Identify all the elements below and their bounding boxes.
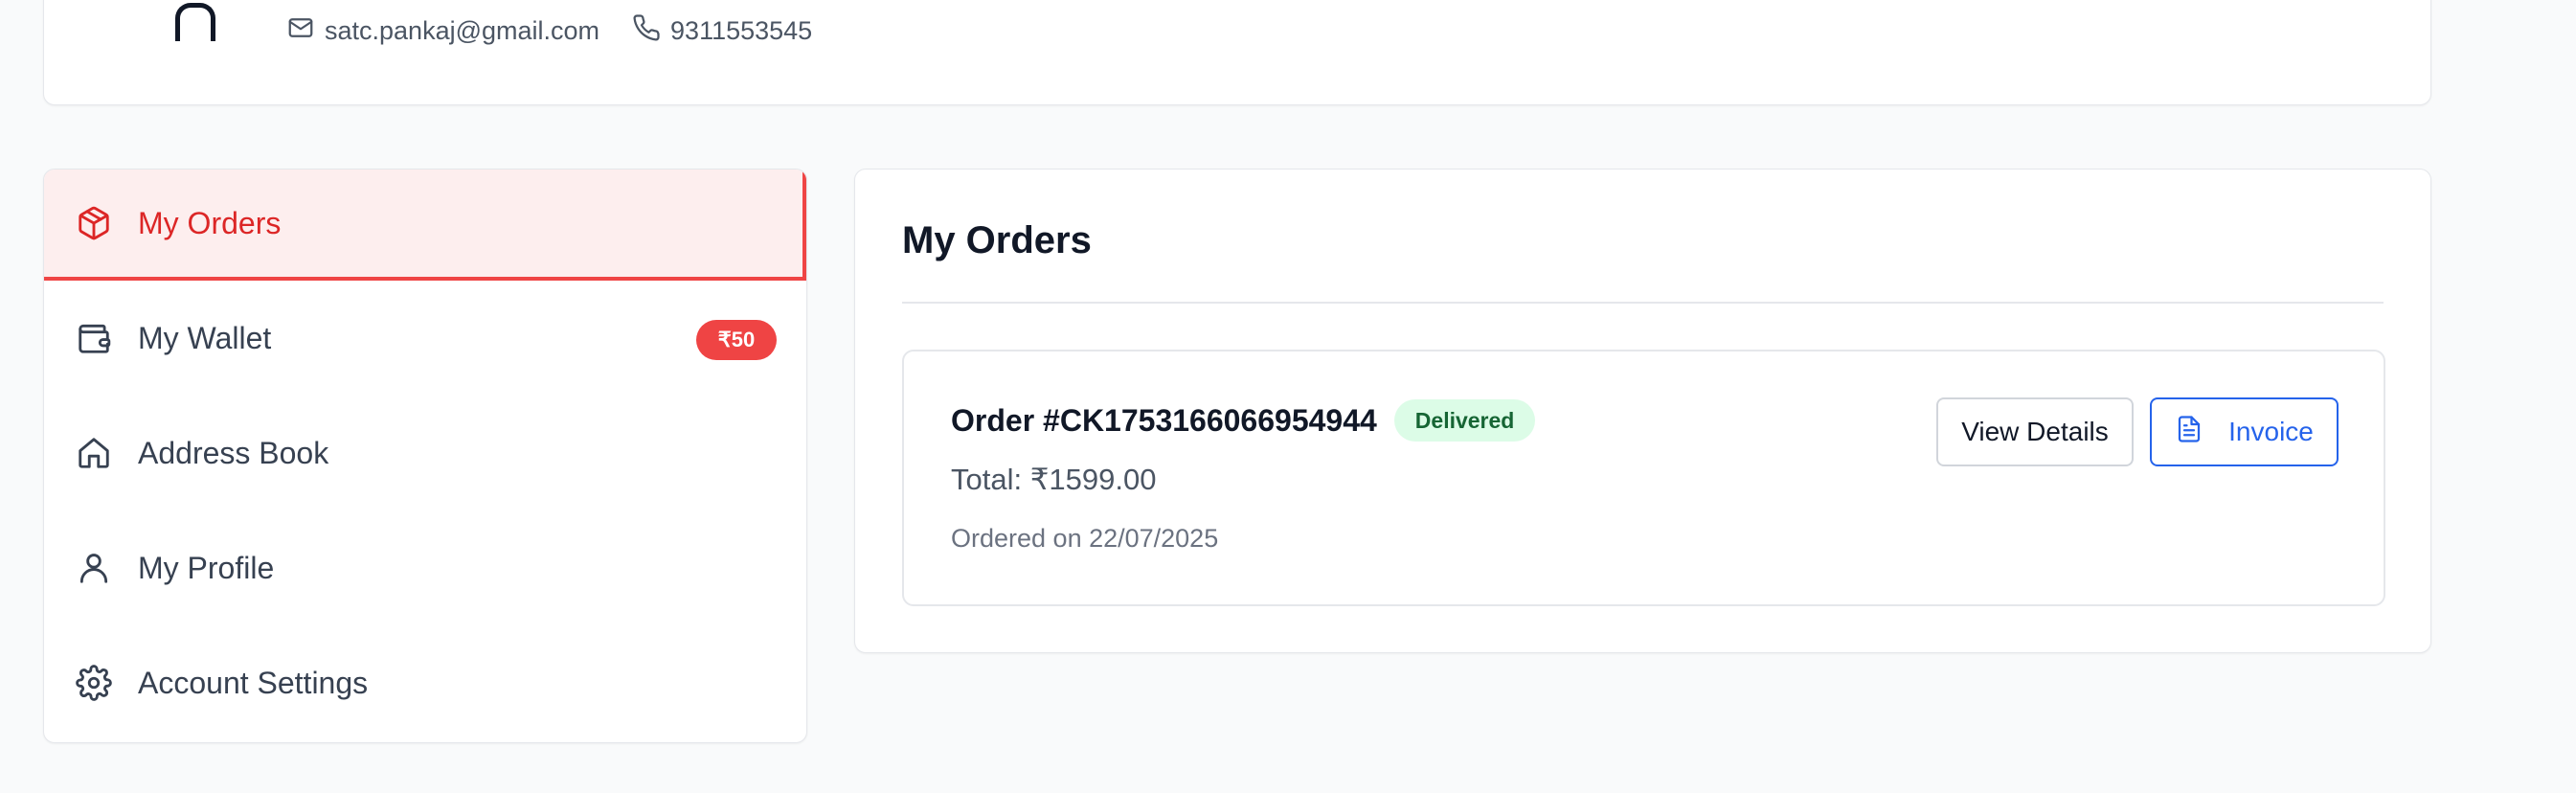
sidebar-item-account-settings[interactable]: Account Settings — [44, 625, 806, 740]
sidebar-item-my-orders[interactable]: My Orders — [44, 170, 806, 281]
account-sidebar: My Orders My Wallet ₹50 Address Book My … — [43, 169, 807, 743]
email-text: satc.pankaj@gmail.com — [325, 15, 600, 45]
sidebar-item-my-profile[interactable]: My Profile — [44, 510, 806, 625]
order-total: Total: ₹1599.00 — [951, 463, 1157, 496]
divider — [902, 302, 2384, 304]
phone-text: 9311553545 — [670, 15, 813, 45]
mail-icon — [286, 13, 315, 49]
order-header: Order #CK1753166066954944 Delivered — [951, 399, 1536, 442]
sidebar-item-label: My Wallet — [138, 320, 272, 355]
view-details-button[interactable]: View Details — [1936, 397, 2134, 466]
invoice-label: Invoice — [2228, 417, 2314, 446]
profile-card: satc.pankaj@gmail.com 9311553545 — [43, 0, 2431, 105]
order-actions: View Details Invoice — [1936, 397, 2339, 466]
email-info: satc.pankaj@gmail.com — [286, 13, 599, 49]
phone-info: 9311553545 — [632, 13, 812, 49]
package-icon — [75, 204, 113, 242]
order-date: Ordered on 22/07/2025 — [951, 524, 1219, 553]
invoice-button[interactable]: Invoice — [2150, 397, 2339, 466]
sidebar-item-my-wallet[interactable]: My Wallet ₹50 — [44, 281, 806, 396]
order-card: Order #CK1753166066954944 Delivered Tota… — [902, 350, 2385, 606]
sidebar-item-label: Account Settings — [138, 665, 369, 700]
file-text-icon — [2175, 415, 2203, 450]
wallet-balance-badge: ₹50 — [696, 320, 777, 360]
avatar — [175, 3, 215, 41]
orders-panel: My Orders Order #CK1753166066954944 Deli… — [854, 169, 2431, 653]
user-icon — [75, 549, 113, 587]
page-title: My Orders — [902, 219, 1092, 261]
home-icon — [75, 434, 113, 472]
sidebar-item-label: My Orders — [138, 205, 282, 240]
status-badge: Delivered — [1393, 399, 1536, 442]
order-number: Order #CK1753166066954944 — [951, 402, 1377, 438]
gear-icon — [75, 664, 113, 702]
contact-info: satc.pankaj@gmail.com 9311553545 — [286, 13, 812, 49]
wallet-icon — [75, 319, 113, 357]
sidebar-item-address-book[interactable]: Address Book — [44, 396, 806, 510]
sidebar-item-label: Address Book — [138, 435, 329, 470]
sidebar-item-label: My Profile — [138, 550, 275, 585]
phone-icon — [632, 13, 661, 49]
